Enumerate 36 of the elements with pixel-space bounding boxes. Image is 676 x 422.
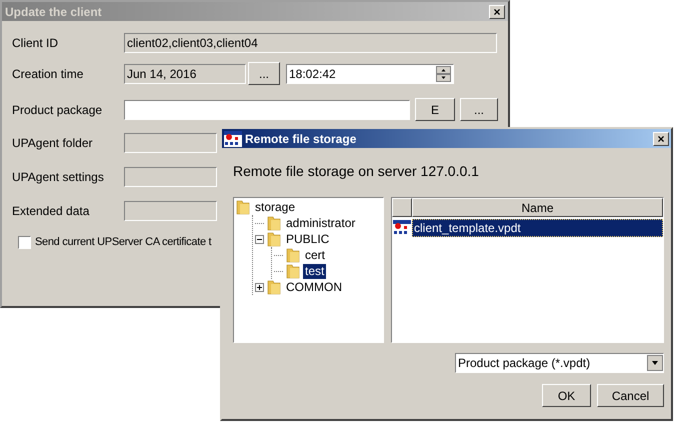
tree-item[interactable]: administrator [284, 216, 358, 230]
field-label: Client ID [12, 35, 60, 52]
app-icon [393, 220, 411, 236]
dialog-title: Remote file storage [245, 130, 356, 148]
tree-item[interactable]: PUBLIC [284, 232, 332, 246]
tree-item[interactable]: test [303, 264, 326, 278]
file-row[interactable]: client_template.vpdt [412, 218, 663, 236]
file-type-dropdown[interactable]: Product package (*.vpdt) [455, 353, 664, 373]
ok-button[interactable]: OK [542, 384, 591, 407]
close-button[interactable]: × [489, 4, 505, 18]
close-button[interactable]: × [653, 132, 669, 146]
field-label: UPAgent settings [12, 169, 105, 186]
folder-icon [267, 231, 281, 247]
window-title: Update the client [5, 4, 102, 20]
collapse-icon[interactable] [255, 234, 264, 244]
column-header[interactable]: Name [412, 198, 663, 217]
app-icon [224, 130, 242, 146]
folder-icon [236, 199, 250, 215]
checkbox-label: Send current UPServer CA certificate t [35, 235, 212, 250]
checkbox[interactable] [18, 236, 31, 249]
folder-icon [267, 215, 281, 231]
expand-icon[interactable] [255, 282, 264, 292]
text-field[interactable] [124, 100, 410, 120]
folder-icon [286, 247, 300, 263]
field-label: UPAgent folder [12, 135, 94, 152]
browse-button[interactable]: ... [460, 98, 498, 121]
folder-icon [267, 279, 281, 295]
field-label: Product package [12, 102, 104, 118]
cancel-button[interactable]: Cancel [597, 384, 664, 407]
field-label: Extended data [12, 203, 90, 220]
tree-item[interactable]: COMMON [284, 280, 344, 294]
field-label: Creation time [12, 66, 84, 82]
dialog-heading: Remote file storage on server 127.0.0.1 [233, 162, 480, 181]
folder-icon [286, 263, 300, 279]
spinner-icon[interactable] [436, 66, 451, 82]
edit-button[interactable]: E [415, 98, 455, 121]
